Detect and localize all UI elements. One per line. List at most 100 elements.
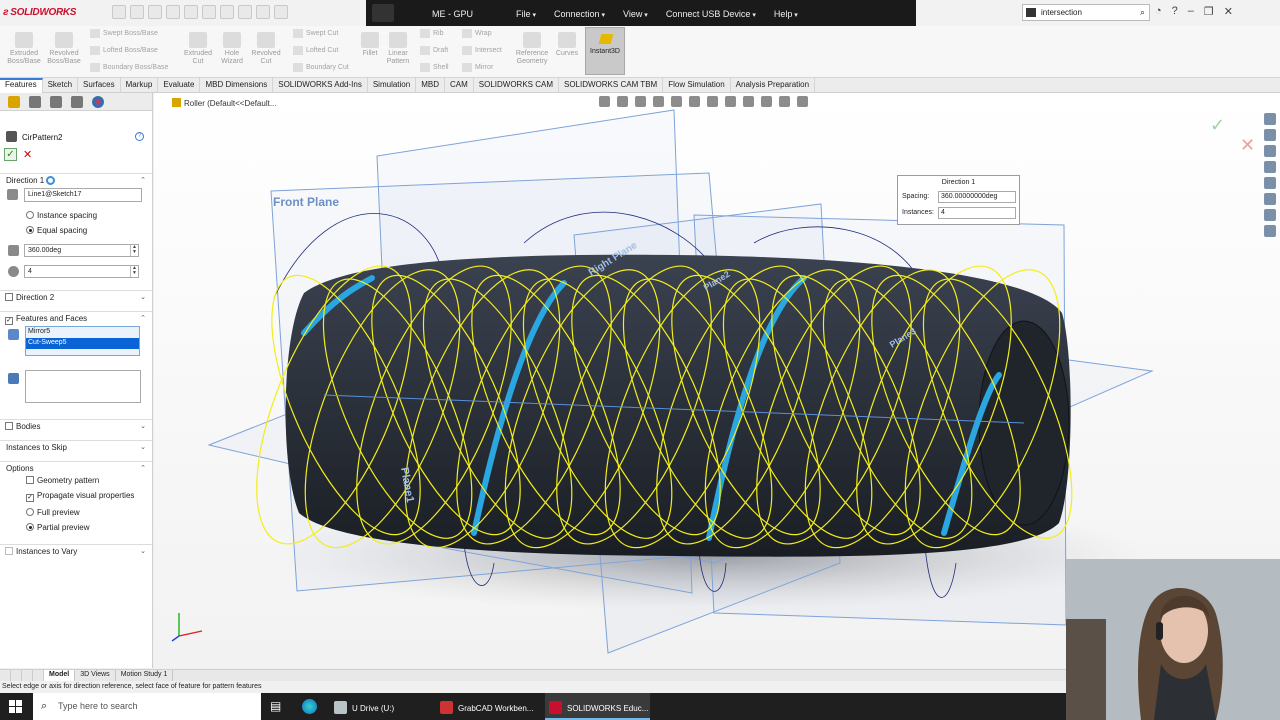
swept-cut-button[interactable]: Swept Cut	[293, 29, 338, 38]
partial-preview-option[interactable]: Partial preview	[0, 523, 152, 532]
callout-spacing-field[interactable]: 360.00000000deg	[938, 191, 1016, 203]
home-icon[interactable]	[112, 5, 126, 19]
lofted-boss-button[interactable]: Lofted Boss/Base	[90, 46, 158, 55]
tab-cam[interactable]: CAM	[445, 78, 474, 93]
instant3d-button[interactable]: Instant3D	[585, 27, 625, 75]
file-properties-icon[interactable]	[256, 5, 270, 19]
remote-menu-help[interactable]: Help	[774, 9, 798, 19]
pattern-axis-field[interactable]: Line1@Sketch17	[24, 188, 142, 202]
zoom-to-fit-icon[interactable]	[599, 96, 610, 107]
tab-solidworks-addins[interactable]: SOLIDWORKS Add-Ins	[273, 78, 368, 93]
prev-tab-icon[interactable]	[11, 670, 22, 681]
minimize-icon[interactable]: –	[1188, 5, 1194, 18]
geometry-pattern-checkbox[interactable]: Geometry pattern	[0, 476, 152, 485]
solidworks-forum-icon[interactable]	[1264, 209, 1276, 221]
tab-surfaces[interactable]: Surfaces	[78, 78, 121, 93]
callout-instances-field[interactable]: 4	[938, 207, 1016, 219]
user-icon[interactable]: ◔	[1155, 5, 1162, 18]
faces-to-pattern-list[interactable]	[25, 370, 141, 403]
propagate-visual-checkbox[interactable]: ✓ Propagate visual properties	[0, 491, 152, 502]
configuration-manager-icon[interactable]	[50, 95, 62, 108]
display-pane-icon[interactable]	[797, 96, 808, 107]
dynamic-annotation-icon[interactable]	[671, 96, 682, 107]
tab-motion-study[interactable]: Motion Study 1	[116, 670, 174, 681]
property-manager-icon[interactable]	[29, 95, 41, 108]
linear-pattern-button[interactable]: Linear Pattern	[382, 32, 414, 66]
tab-features[interactable]: Features	[0, 78, 43, 93]
cancel-button[interactable]: ✕	[23, 148, 32, 161]
revolved-boss-button[interactable]: Revolved Boss/Base	[44, 32, 84, 66]
task-view-icon[interactable]: ▤	[270, 693, 286, 720]
remote-menu-file[interactable]: File	[516, 9, 536, 19]
fillet-button[interactable]: Fillet	[356, 32, 384, 58]
boundary-boss-button[interactable]: Boundary Boss/Base	[90, 63, 168, 72]
zoom-to-area-icon[interactable]	[617, 96, 628, 107]
undo-icon[interactable]	[202, 5, 216, 19]
tab-analysis-preparation[interactable]: Analysis Preparation	[731, 78, 816, 93]
search-icon[interactable]: ⌕	[1140, 7, 1145, 18]
instances-field[interactable]: 4 ▲ ▼	[24, 265, 139, 278]
custom-properties-icon[interactable]	[1264, 193, 1276, 205]
remote-menu-view[interactable]: View	[623, 9, 648, 19]
tab-flow-simulation[interactable]: Flow Simulation	[663, 78, 731, 93]
edit-appearance-icon[interactable]	[743, 96, 754, 107]
tab-mbd-dimensions[interactable]: MBD Dimensions	[200, 78, 274, 93]
extruded-boss-button[interactable]: Extruded Boss/Base	[4, 32, 44, 66]
taskbar-app-solidworks[interactable]: SOLIDWORKS Educ...	[545, 693, 650, 720]
help-icon[interactable]: ?	[135, 132, 144, 141]
first-tab-icon[interactable]	[0, 670, 11, 681]
swept-boss-button[interactable]: Swept Boss/Base	[90, 29, 158, 38]
solidworks-logo[interactable]: ƨ SOLIDWORKS	[3, 7, 76, 18]
rib-button[interactable]: Rib	[420, 29, 444, 38]
angle-field[interactable]: 360.00deg ▲ ▼	[24, 244, 139, 257]
save-icon[interactable]	[166, 5, 180, 19]
restore-icon[interactable]: ❐	[1204, 5, 1214, 18]
tab-model[interactable]: Model	[44, 670, 76, 681]
options-header[interactable]: Options ⌃	[0, 461, 152, 473]
close-icon[interactable]: ✕	[1224, 5, 1233, 18]
tab-evaluate[interactable]: Evaluate	[158, 78, 201, 93]
list-item-selected[interactable]: Cut-Sweep5	[26, 338, 139, 349]
bodies-header[interactable]: Bodies ⌄	[0, 419, 152, 431]
dimxpert-icon[interactable]	[71, 95, 83, 108]
pin-icon[interactable]	[372, 4, 394, 22]
windows-start-icon[interactable]	[9, 700, 22, 713]
extra-tools-icon[interactable]	[1264, 225, 1276, 237]
reverse-direction-icon[interactable]	[7, 189, 18, 200]
direction1-header[interactable]: Direction 1 ⌃	[0, 173, 152, 185]
shell-button[interactable]: Shell	[420, 63, 449, 72]
view-settings-icon[interactable]	[779, 96, 790, 107]
display-style-icon[interactable]	[707, 96, 718, 107]
tab-simulation[interactable]: Simulation	[368, 78, 417, 93]
select-arrow-icon[interactable]	[220, 5, 234, 19]
equal-spacing-option[interactable]: Equal spacing	[0, 226, 152, 235]
search-commands-input[interactable]: intersection ⌕	[1022, 4, 1150, 21]
design-library-icon[interactable]	[1264, 129, 1276, 141]
remote-menu-connection[interactable]: Connection	[554, 9, 605, 19]
list-item[interactable]: Mirror5	[26, 327, 139, 338]
direction2-header[interactable]: Direction 2 ⌄	[0, 290, 152, 302]
hide-show-icon[interactable]	[725, 96, 736, 107]
tab-solidworks-cam[interactable]: SOLIDWORKS CAM	[474, 78, 559, 93]
tab-solidworks-cam-tbm[interactable]: SOLIDWORKS CAM TBM	[559, 78, 664, 93]
print-icon[interactable]	[184, 5, 198, 19]
view-palette-icon[interactable]	[1264, 161, 1276, 173]
features-faces-header[interactable]: ✓ Features and Faces ⌃	[0, 311, 152, 325]
instances-to-vary-header[interactable]: Instances to Vary ⌄	[0, 544, 152, 556]
tab-sketch[interactable]: Sketch	[43, 78, 79, 93]
taskbar-app-u-drive[interactable]: U Drive (U:)	[334, 693, 432, 720]
instances-to-skip-header[interactable]: Instances to Skip ⌄	[0, 440, 152, 452]
taskbar-search[interactable]: ⌕ Type here to search	[33, 693, 261, 720]
features-to-pattern-list[interactable]: Mirror5 Cut-Sweep5	[25, 326, 140, 356]
help-icon[interactable]: ?	[1172, 5, 1178, 18]
feature-manager-icon[interactable]	[8, 95, 20, 108]
taskbar-app-grabcad[interactable]: GrabCAD Workben...	[440, 693, 538, 720]
apply-scene-icon[interactable]	[761, 96, 772, 107]
display-manager-icon[interactable]	[92, 95, 104, 108]
tab-mbd[interactable]: MBD	[416, 78, 445, 93]
ok-button[interactable]: ✓	[4, 148, 17, 161]
draft-button[interactable]: Draft	[420, 46, 448, 55]
last-tab-icon[interactable]	[33, 670, 44, 681]
view-orientation-icon[interactable]	[689, 96, 700, 107]
previous-view-icon[interactable]	[635, 96, 646, 107]
